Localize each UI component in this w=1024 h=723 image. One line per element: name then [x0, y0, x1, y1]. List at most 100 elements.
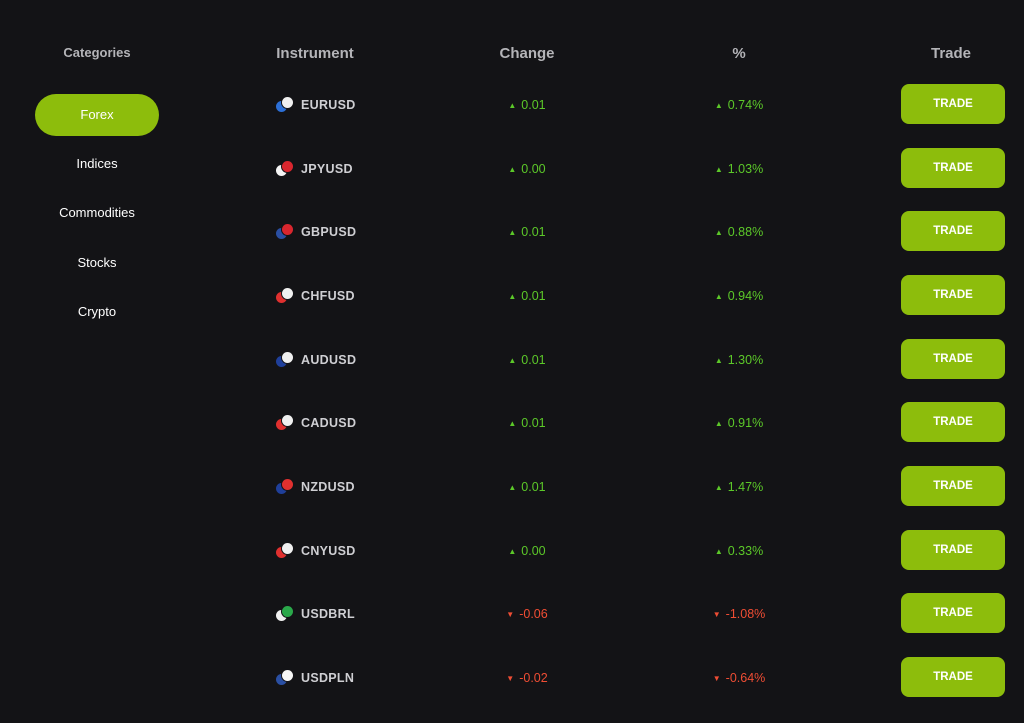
- table-row: NZDUSD ▲ 0.01 ▲ 1.47% TRADE: [200, 455, 1024, 519]
- category-forex[interactable]: Forex: [35, 94, 159, 136]
- instrument-name: CHFUSD: [301, 289, 355, 303]
- currency-flag-icon: [276, 97, 294, 113]
- percent-cell: ▲ 0.74%: [679, 73, 799, 137]
- trade-button[interactable]: TRADE: [901, 530, 1005, 570]
- percent-cell: ▼ -1.08%: [679, 582, 799, 646]
- trade-button[interactable]: TRADE: [901, 148, 1005, 188]
- table-row: JPYUSD ▲ 0.00 ▲ 1.03% TRADE: [200, 137, 1024, 201]
- change-value: 0.01: [521, 480, 546, 494]
- change-cell: ▲ 0.01: [467, 455, 587, 519]
- down-arrow-icon: ▼: [712, 673, 721, 683]
- table-row: CHFUSD ▲ 0.01 ▲ 0.94% TRADE: [200, 264, 1024, 328]
- category-stocks[interactable]: Stocks: [35, 242, 159, 284]
- change-cell: ▲ 0.01: [467, 328, 587, 392]
- instrument-cell: JPYUSD: [276, 137, 353, 201]
- trade-button[interactable]: TRADE: [901, 402, 1005, 442]
- percent-value: 1.03%: [727, 162, 764, 176]
- down-arrow-icon: ▼: [506, 673, 515, 683]
- instrument-name: CADUSD: [301, 416, 357, 430]
- up-arrow-icon: ▲: [714, 291, 723, 301]
- instrument-cell: NZDUSD: [276, 455, 355, 519]
- instrument-name: EURUSD: [301, 98, 356, 112]
- percent-value: -1.08%: [725, 607, 766, 621]
- trade-button[interactable]: TRADE: [901, 339, 1005, 379]
- change-cell: ▲ 0.01: [467, 264, 587, 328]
- change-value: 0.01: [521, 225, 546, 239]
- change-value: 0.01: [521, 98, 546, 112]
- percent-cell: ▲ 1.03%: [679, 137, 799, 201]
- percent-value: 0.88%: [727, 225, 764, 239]
- currency-flag-icon: [276, 415, 294, 431]
- change-value: 0.01: [521, 353, 546, 367]
- table-row: CADUSD ▲ 0.01 ▲ 0.91% TRADE: [200, 391, 1024, 455]
- trade-button[interactable]: TRADE: [901, 275, 1005, 315]
- percent-cell: ▲ 1.30%: [679, 328, 799, 392]
- category-commodities[interactable]: Commodities: [35, 192, 159, 234]
- up-arrow-icon: ▲: [508, 164, 517, 174]
- currency-flag-icon: [276, 606, 294, 622]
- instrument-cell: USDBRL: [276, 582, 355, 646]
- currency-flag-icon: [276, 161, 294, 177]
- instrument-cell: GBPUSD: [276, 200, 356, 264]
- table-row: USDPLN ▼ -0.02 ▼ -0.64% TRADE: [200, 646, 1024, 710]
- percent-cell: ▼ -0.64%: [679, 646, 799, 710]
- currency-flag-icon: [276, 288, 294, 304]
- currency-flag-icon: [276, 224, 294, 240]
- percent-value: 1.30%: [727, 353, 764, 367]
- table-row: AUDUSD ▲ 0.01 ▲ 1.30% TRADE: [200, 328, 1024, 392]
- instrument-name: AUDUSD: [301, 353, 357, 367]
- percent-cell: ▲ 1.47%: [679, 455, 799, 519]
- instrument-name: CNYUSD: [301, 544, 356, 558]
- down-arrow-icon: ▼: [712, 609, 721, 619]
- instrument-name: GBPUSD: [301, 225, 357, 239]
- change-value: 0.00: [521, 544, 546, 558]
- change-cell: ▼ -0.06: [467, 582, 587, 646]
- instrument-name: USDBRL: [301, 607, 355, 621]
- trade-button[interactable]: TRADE: [901, 211, 1005, 251]
- change-cell: ▼ -0.02: [467, 646, 587, 710]
- change-cell: ▲ 0.01: [467, 73, 587, 137]
- header-change: Change: [499, 45, 555, 62]
- percent-value: 0.91%: [727, 416, 764, 430]
- header-percent: %: [732, 45, 746, 62]
- change-value: 0.01: [521, 416, 546, 430]
- categories-title: Categories: [63, 45, 131, 60]
- trade-button[interactable]: TRADE: [901, 593, 1005, 633]
- currency-flag-icon: [276, 352, 294, 368]
- change-cell: ▲ 0.01: [467, 391, 587, 455]
- trade-button[interactable]: TRADE: [901, 466, 1005, 506]
- instrument-cell: EURUSD: [276, 73, 356, 137]
- currency-flag-icon: [276, 670, 294, 686]
- percent-cell: ▲ 0.33%: [679, 519, 799, 583]
- header-instrument: Instrument: [276, 45, 354, 62]
- up-arrow-icon: ▲: [508, 418, 517, 428]
- trade-button[interactable]: TRADE: [901, 84, 1005, 124]
- up-arrow-icon: ▲: [508, 546, 517, 556]
- instrument-cell: CNYUSD: [276, 519, 356, 583]
- currency-flag-icon: [276, 479, 294, 495]
- category-crypto[interactable]: Crypto: [35, 291, 159, 333]
- table-row: USDBRL ▼ -0.06 ▼ -1.08% TRADE: [200, 582, 1024, 646]
- up-arrow-icon: ▲: [508, 291, 517, 301]
- up-arrow-icon: ▲: [714, 227, 723, 237]
- table-row: CNYUSD ▲ 0.00 ▲ 0.33% TRADE: [200, 519, 1024, 583]
- instrument-cell: CHFUSD: [276, 264, 355, 328]
- change-value: -0.06: [519, 607, 548, 621]
- trade-button[interactable]: TRADE: [901, 657, 1005, 697]
- change-cell: ▲ 0.01: [467, 200, 587, 264]
- instrument-cell: AUDUSD: [276, 328, 356, 392]
- percent-value: 0.94%: [727, 289, 764, 303]
- table-row: EURUSD ▲ 0.01 ▲ 0.74% TRADE: [200, 73, 1024, 137]
- up-arrow-icon: ▲: [508, 482, 517, 492]
- up-arrow-icon: ▲: [714, 100, 723, 110]
- percent-cell: ▲ 0.88%: [679, 200, 799, 264]
- percent-value: 0.74%: [727, 98, 764, 112]
- page: Categories Forex Indices Commodities Sto…: [0, 0, 1024, 723]
- change-value: 0.00: [521, 162, 546, 176]
- instrument-cell: CADUSD: [276, 391, 356, 455]
- change-cell: ▲ 0.00: [467, 519, 587, 583]
- category-indices[interactable]: Indices: [35, 143, 159, 185]
- up-arrow-icon: ▲: [508, 355, 517, 365]
- percent-cell: ▲ 0.94%: [679, 264, 799, 328]
- up-arrow-icon: ▲: [714, 355, 723, 365]
